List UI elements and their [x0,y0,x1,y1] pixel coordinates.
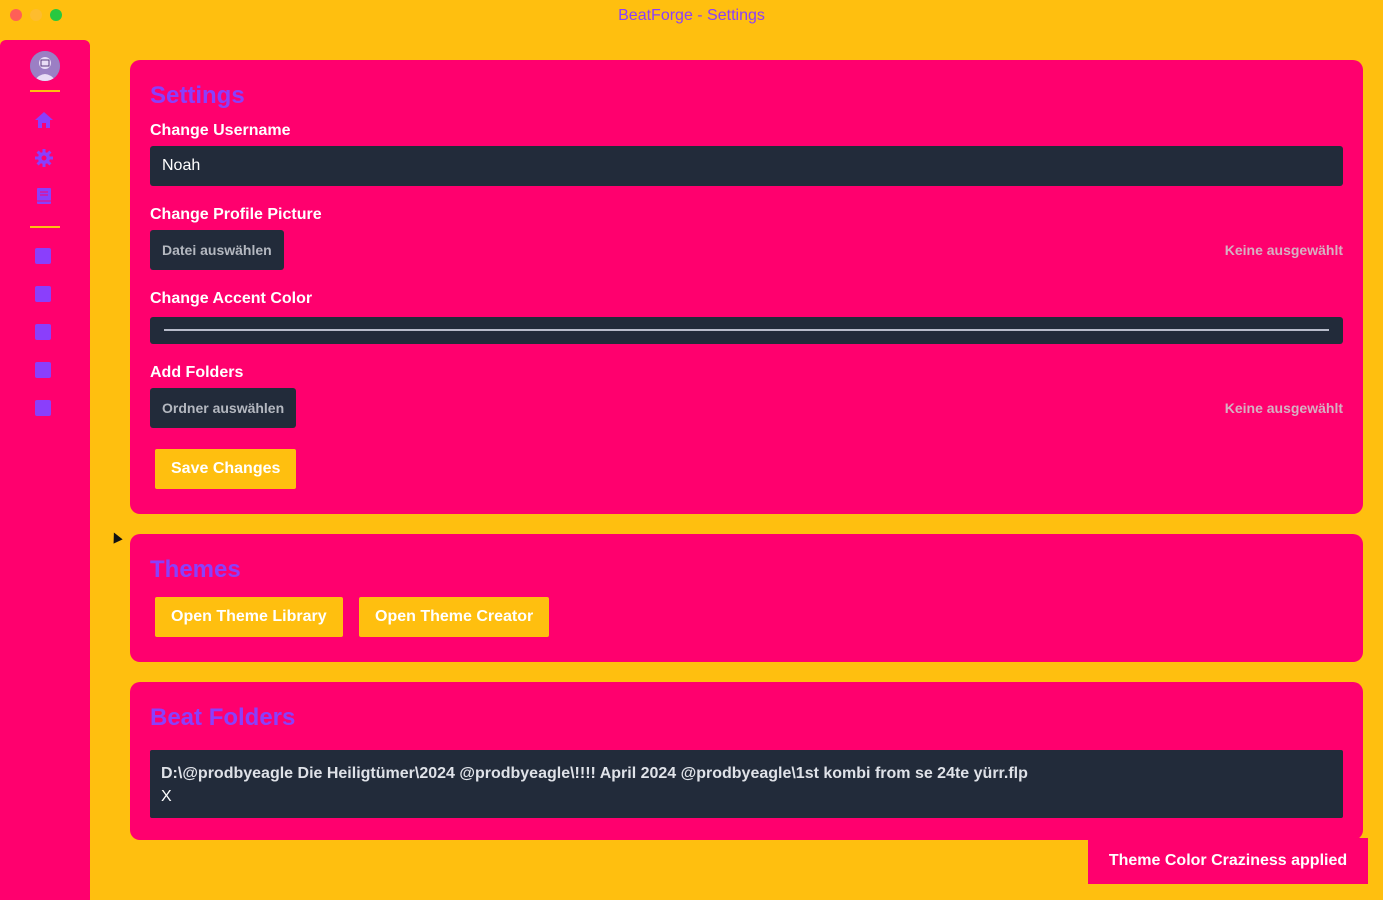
beat-folder-path: D:\@prodbyeagle Die Heiligtümer\2024 @pr… [161,765,1028,782]
profile-picture-label: Change Profile Picture [150,206,322,223]
sidebar-folder-item[interactable] [35,248,51,264]
folder-status: Keine ausgewählt [1224,400,1343,416]
sidebar-folder-item[interactable] [35,286,51,302]
add-folders-label: Add Folders [150,364,244,381]
mouse-cursor-icon [109,530,123,544]
themes-title: Themes [150,556,241,583]
title-bar: BeatForge - Settings [0,0,1383,32]
sidebar-folder-item[interactable] [35,324,51,340]
beat-folders-card: Beat Folders D:\@prodbyeagle Die Heiligt… [130,682,1363,840]
themes-card: Themes Open Theme Library Open Theme Cre… [130,534,1363,662]
settings-title: Settings [150,82,245,109]
user-avatar-icon [30,51,60,81]
gear-icon[interactable] [34,148,54,168]
sidebar-folder-item[interactable] [35,400,51,416]
username-label: Change Username [150,122,291,139]
open-theme-library-button[interactable]: Open Theme Library [155,597,343,637]
sidebar [0,40,90,900]
settings-card: Settings Change Username Noah Change Pro… [130,60,1363,514]
username-input[interactable]: Noah [150,146,1343,186]
slider-track [164,329,1329,331]
window-title: BeatForge - Settings [618,7,765,24]
sidebar-divider [30,90,60,92]
save-changes-button[interactable]: Save Changes [155,449,297,489]
picture-file-status: Keine ausgewählt [1224,242,1343,258]
book-icon[interactable] [34,186,54,206]
choose-folder-button[interactable]: Ordner auswählen [150,388,297,428]
sidebar-folder-item[interactable] [35,362,51,378]
beat-folders-title: Beat Folders [150,704,296,731]
open-theme-creator-button[interactable]: Open Theme Creator [359,597,550,637]
home-icon[interactable] [34,110,54,130]
sidebar-divider [30,226,60,228]
remove-folder-button[interactable]: X [161,785,1332,809]
beat-folder-item: D:\@prodbyeagle Die Heiligtümer\2024 @pr… [150,750,1343,818]
accent-color-label: Change Accent Color [150,290,313,307]
choose-file-button[interactable]: Datei auswählen [150,230,284,270]
toast-notification: Theme Color Craziness applied [1088,838,1368,884]
accent-color-slider[interactable] [150,317,1343,344]
avatar[interactable] [30,51,60,81]
